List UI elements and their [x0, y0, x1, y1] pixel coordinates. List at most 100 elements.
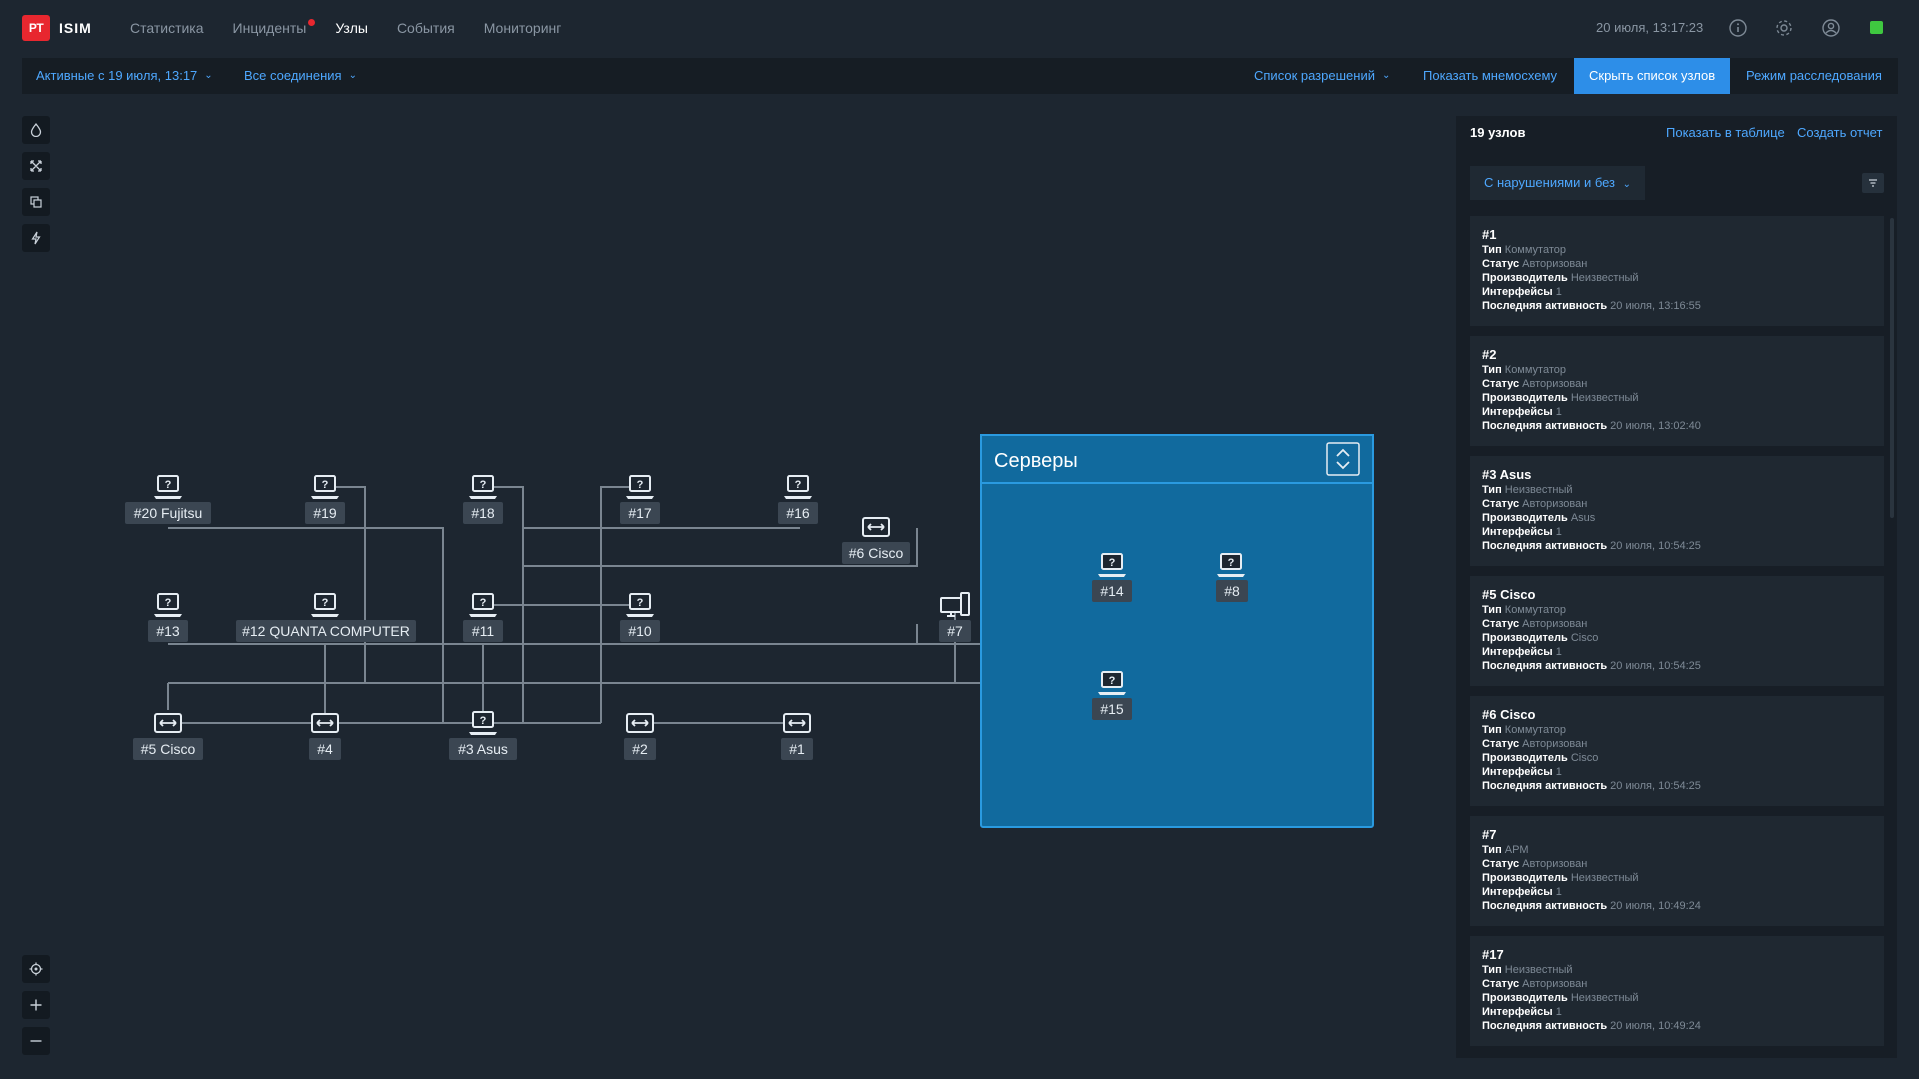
node-label: #13	[156, 623, 180, 639]
incidents-alert-dot	[308, 19, 316, 26]
logo-mark: PT	[22, 15, 50, 41]
switch-icon	[154, 713, 182, 733]
chevron-down-icon: ⌄	[348, 70, 357, 81]
servers-group[interactable]: Серверы	[980, 434, 1374, 828]
node-n2[interactable]: #2	[624, 713, 656, 760]
node-card-title: #1	[1482, 227, 1497, 242]
node-label: #6 Cisco	[849, 545, 904, 561]
node-n18[interactable]: #18	[463, 475, 503, 524]
node-n10[interactable]: #10	[620, 593, 660, 642]
node-count: 19 узлов	[1470, 125, 1526, 140]
user-icon[interactable]	[1820, 17, 1842, 39]
node-card[interactable]: #6 Cisco Тип Коммутатор Статус Авторизов…	[1470, 696, 1884, 806]
node-n12[interactable]: #12 QUANTA COMPUTER	[236, 593, 416, 642]
nav-monitoring[interactable]: Мониторинг	[484, 20, 562, 36]
switch-icon	[626, 713, 654, 733]
violations-filter-dropdown[interactable]: С нарушениями и без ⌄	[1470, 166, 1646, 200]
nav-incidents[interactable]: Инциденты	[233, 19, 316, 36]
node-card-title: #17	[1482, 947, 1504, 962]
chevron-down-icon: ⌄	[204, 70, 213, 81]
unknown-device-icon	[625, 475, 655, 500]
node-label: #3 Asus	[458, 741, 508, 757]
filter-icon[interactable]	[1862, 173, 1884, 193]
node-label: #4	[317, 741, 333, 757]
node-card[interactable]: #7 Тип АРМ Статус Авторизован Производит…	[1470, 816, 1884, 926]
app-logo[interactable]: PT ISIM	[22, 15, 92, 41]
node-card-title: #7	[1482, 827, 1497, 842]
node-label: #2	[632, 741, 648, 757]
node-label: #14	[1100, 583, 1124, 599]
node-card-title: #5 Cisco	[1482, 587, 1536, 602]
node-label: #10	[628, 623, 652, 639]
node-card[interactable]: #3 Asus Тип Неизвестный Статус Авторизов…	[1470, 456, 1884, 566]
nav-statistics[interactable]: Статистика	[130, 20, 204, 36]
filter-bar: Активные с 19 июля, 13:17 ⌄ Все соединени…	[22, 58, 1898, 94]
unknown-device-icon	[468, 711, 498, 736]
switch-icon	[862, 517, 890, 537]
node-label: #17	[628, 505, 652, 521]
unknown-device-icon	[153, 475, 183, 500]
logo-text: ISIM	[59, 20, 92, 36]
node-n11[interactable]: #11	[463, 593, 503, 642]
chevron-down-icon: ⌄	[1381, 70, 1391, 81]
connections-dropdown[interactable]: Все соединения ⌄	[244, 58, 357, 94]
top-bar: PT ISIM Статистика Инциденты Узлы Событи…	[0, 0, 1919, 56]
node-n5[interactable]: #5 Cisco	[133, 713, 203, 760]
current-datetime: 20 июля, 13:17:23	[1596, 20, 1704, 35]
unknown-device-icon	[310, 475, 340, 500]
investigation-mode-button[interactable]: Режим расследования	[1746, 58, 1882, 94]
node-label: #20 Fujitsu	[134, 505, 202, 521]
node-label: #15	[1100, 701, 1124, 717]
node-label: #7	[947, 623, 963, 639]
node-card[interactable]: #5 Cisco Тип Коммутатор Статус Авторизов…	[1470, 576, 1884, 686]
node-n3[interactable]: #3 Asus	[449, 711, 517, 760]
node-n6[interactable]: #6 Cisco	[842, 517, 910, 564]
node-card[interactable]: #17 Тип Неизвестный Статус Авторизован П…	[1470, 936, 1884, 1046]
node-n19[interactable]: #19	[305, 475, 345, 524]
panel-scrollbar[interactable]	[1890, 218, 1894, 518]
hide-node-list-button[interactable]: Скрыть список узлов	[1574, 58, 1731, 94]
node-card[interactable]: #1 Тип Коммутатор Статус Авторизован Про…	[1470, 216, 1884, 326]
node-label: #1	[789, 741, 805, 757]
switch-icon	[783, 713, 811, 733]
network-map[interactable]: ? Серверы	[0, 94, 1450, 1079]
node-label: #12 QUANTA COMPUTER	[242, 623, 410, 639]
node-label: #19	[313, 505, 337, 521]
workstation-icon	[940, 592, 970, 617]
create-report-link[interactable]: Создать отчет	[1797, 125, 1882, 140]
unknown-device-icon	[468, 593, 498, 618]
nav-events[interactable]: События	[397, 20, 455, 36]
node-n4[interactable]: #4	[309, 713, 341, 760]
show-in-table-link[interactable]: Показать в таблице	[1666, 125, 1785, 140]
node-list-panel: 19 узлов Показать в таблице Создать отче…	[1456, 116, 1897, 1058]
node-card-title: #6 Cisco	[1482, 707, 1536, 722]
switch-icon	[311, 713, 339, 733]
unknown-device-icon	[153, 593, 183, 618]
unknown-device-icon	[468, 475, 498, 500]
unknown-device-icon	[310, 593, 340, 618]
node-card-title: #2	[1482, 347, 1497, 362]
collapse-group-button[interactable]	[1326, 442, 1360, 476]
node-n17[interactable]: #17	[620, 475, 660, 524]
info-icon[interactable]	[1727, 17, 1749, 39]
show-scheme-button[interactable]: Показать мнемосхему	[1423, 58, 1557, 94]
node-card-title: #3 Asus	[1482, 467, 1532, 482]
node-label: #16	[786, 505, 810, 521]
active-since-dropdown[interactable]: Активные с 19 июля, 13:17 ⌄	[36, 58, 213, 94]
node-label: #5 Cisco	[141, 741, 196, 757]
node-n16[interactable]: #16	[778, 475, 818, 524]
node-n1[interactable]: #1	[781, 713, 813, 760]
gear-icon[interactable]	[1773, 17, 1795, 39]
node-n13[interactable]: #13	[148, 593, 188, 642]
node-n20[interactable]: #20 Fujitsu	[125, 475, 211, 524]
node-label: #8	[1224, 583, 1240, 599]
chevron-down-icon: ⌄	[1622, 179, 1632, 190]
node-card[interactable]: #2 Тип Коммутатор Статус Авторизован Про…	[1470, 336, 1884, 446]
unknown-device-icon	[625, 593, 655, 618]
unknown-device-icon	[783, 475, 813, 500]
system-status-indicator	[1870, 21, 1883, 34]
node-label: #18	[471, 505, 495, 521]
permissions-dropdown[interactable]: Список разрешений ⌄	[1254, 58, 1390, 94]
nav-nodes[interactable]: Узлы	[335, 20, 368, 36]
group-title: Серверы	[994, 450, 1078, 472]
